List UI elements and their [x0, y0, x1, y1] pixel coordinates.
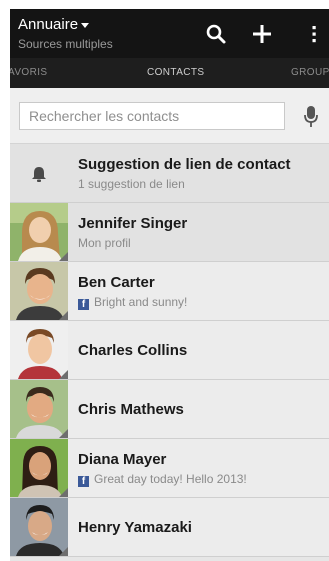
tab-groups[interactable]: GROUP [291, 67, 329, 78]
avatar [10, 498, 68, 556]
suggestion-title: Suggestion de lien de contact [78, 156, 291, 173]
facebook-icon: f [78, 299, 89, 310]
avatar [10, 439, 68, 497]
avatar [10, 262, 68, 320]
corner-mark [59, 488, 68, 497]
contact-name: Jennifer Singer [78, 215, 188, 232]
contact-status: Mon profil [78, 236, 131, 250]
app-title: Annuaire [18, 16, 79, 33]
avatar [10, 203, 68, 261]
suggestion-row[interactable]: Suggestion de lien de contact 1 suggesti… [10, 144, 329, 203]
contact-status: f Great day today! Hello 2013! [78, 472, 247, 487]
corner-mark [59, 311, 68, 320]
suggestion-subtitle: 1 suggestion de lien [78, 177, 185, 191]
contact-name: Diana Mayer [78, 451, 167, 468]
microphone-icon[interactable] [302, 105, 320, 129]
corner-mark [59, 370, 68, 379]
status-text: Bright and sunny! [94, 295, 188, 309]
search-icon[interactable] [204, 22, 228, 46]
contact-name: Henry Yamazaki [78, 519, 192, 536]
contact-row[interactable]: Henry Yamazaki [10, 498, 329, 557]
corner-mark [59, 252, 68, 261]
contact-name: Ben Carter [78, 274, 155, 291]
directory-selector[interactable]: Annuaire [18, 16, 90, 33]
overflow-menu-icon[interactable] [302, 22, 326, 46]
tab-bar: AVORIS CONTACTS GROUP [10, 58, 329, 88]
caret-down-icon [81, 22, 90, 28]
search-input[interactable]: Rechercher les contacts [19, 102, 285, 130]
action-bar: Annuaire Sources multiples [10, 9, 329, 58]
contact-status: f Bright and sunny! [78, 295, 187, 310]
bell-icon [32, 167, 46, 182]
contact-row[interactable]: Charles Collins [10, 321, 329, 380]
avatar [10, 321, 68, 379]
contact-name: Charles Collins [78, 342, 188, 359]
contact-row[interactable]: Ben Carter f Bright and sunny! [10, 262, 329, 321]
plus-icon[interactable] [250, 22, 274, 46]
tab-contacts[interactable]: CONTACTS [147, 67, 204, 78]
contact-row[interactable]: Jennifer Singer Mon profil [10, 203, 329, 262]
app-subtitle: Sources multiples [18, 37, 113, 51]
status-text: Mon profil [78, 236, 131, 250]
avatar [10, 380, 68, 438]
facebook-icon: f [78, 476, 89, 487]
contact-row[interactable]: Diana Mayer f Great day today! Hello 2013… [10, 439, 329, 498]
tab-favorites[interactable]: AVORIS [10, 67, 47, 78]
contact-row[interactable]: Chris Mathews [10, 380, 329, 439]
contact-name: Chris Mathews [78, 401, 184, 418]
status-text: Great day today! Hello 2013! [94, 472, 247, 486]
corner-mark [59, 547, 68, 556]
corner-mark [59, 429, 68, 438]
search-row: Rechercher les contacts [10, 88, 329, 144]
phone-screen: Annuaire Sources multiples AVORIS CONTAC… [10, 9, 329, 561]
